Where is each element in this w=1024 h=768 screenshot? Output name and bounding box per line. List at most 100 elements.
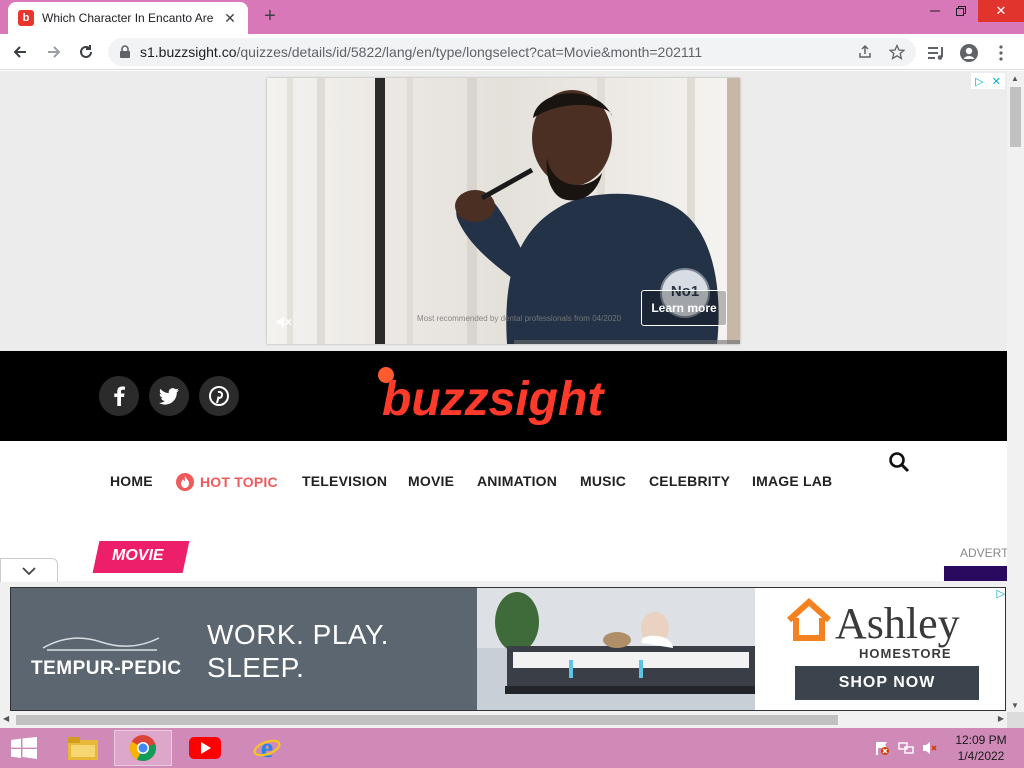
internet-explorer-icon: e [253,734,281,762]
nav-item-television[interactable]: TELEVISION [302,473,387,489]
scroll-up-icon[interactable]: ▲ [1011,74,1019,83]
twitter-icon [159,387,179,405]
nav-item-celebrity[interactable]: CELEBRITY [649,473,730,489]
chevron-down-icon [22,566,36,575]
collapse-ad-button[interactable] [0,558,58,582]
ad-headline-line-2: SLEEP. [207,652,305,683]
clock-time: 12:09 PM [955,733,1007,747]
category-badge[interactable]: MOVIE [92,541,190,573]
taskbar-file-explorer[interactable] [54,730,112,766]
action-center-flag-icon[interactable] [874,740,890,756]
scrollbar-corner [1007,712,1024,728]
minimize-icon [930,10,940,12]
menu-kebab-icon[interactable] [990,42,1012,64]
search-icon[interactable] [888,451,910,473]
browser-tabstrip: b Which Character In Encanto Are You? ✕ … [0,0,1024,34]
main-navigation: HOME HOT TOPIC TELEVISION MOVIE ANIMATIO… [0,441,1007,531]
nav-item-movie[interactable]: MOVIE [408,473,454,489]
homestore-label: HOMESTORE [859,646,952,661]
twitter-button[interactable] [149,376,189,416]
screen: b Which Character In Encanto Are You? ✕ … [0,0,1024,768]
clock-date: 1/4/2022 [957,749,1005,763]
close-window-button[interactable]: ✕ [978,0,1024,22]
tempur-pedic-logo: TEMPUR-PEDIC [31,658,182,679]
reload-button[interactable] [74,40,98,64]
buzzsight-logo[interactable]: buzzsight [372,363,636,429]
bookmark-star-icon[interactable] [888,43,906,61]
ashley-homestore-panel[interactable]: Ashley HOMESTORE SHOP NOW [755,588,1005,710]
nav-item-music[interactable]: MUSIC [580,473,626,489]
taskbar-chrome[interactable] [114,730,172,766]
horizontal-scrollbar[interactable]: ◀ ▶ [0,712,1007,728]
flame-icon [176,473,194,491]
sticky-bottom-ad: TEMPUR-PEDIC WORK. PLAY. SLEEP. Ashley H… [0,581,1007,713]
adchoices-badge[interactable]: ▷ ✕ [971,73,1005,89]
media-control-icon[interactable] [926,42,948,64]
nav-item-hot-topic-label: HOT TOPIC [200,474,278,490]
top-video-ad: No1 Most recommended by dental professio… [0,71,1007,351]
new-tab-button[interactable]: + [258,4,282,28]
adchoices-small-icon[interactable]: ▷ [997,587,1005,600]
scroll-down-icon[interactable]: ▼ [1011,701,1019,710]
vertical-scrollbar-thumb[interactable] [1010,87,1021,147]
svg-text:Most recommended by dental pro: Most recommended by dental professionals… [417,314,622,323]
profile-avatar-icon[interactable] [958,42,980,64]
page-viewport: No1 Most recommended by dental professio… [0,71,1007,713]
horizontal-scrollbar-thumb[interactable] [16,715,838,725]
scroll-right-icon[interactable]: ▶ [998,714,1004,723]
learn-more-button[interactable]: Learn more [641,290,727,326]
taskbar-internet-explorer[interactable]: e [238,730,296,766]
facebook-icon [114,386,125,406]
nav-item-image-lab[interactable]: IMAGE LAB [752,473,832,489]
nav-item-hot-topic[interactable]: HOT TOPIC [176,473,278,491]
svg-text:e: e [261,734,273,762]
taskbar-youtube[interactable] [176,730,234,766]
ad-headline: WORK. PLAY. SLEEP. [207,618,389,684]
category-badge-label: MOVIE [112,547,164,564]
network-icon[interactable] [898,740,914,756]
scroll-left-icon[interactable]: ◀ [3,714,9,723]
ad-headline-line-1: WORK. PLAY. [207,619,389,650]
volume-muted-icon[interactable] [922,740,938,756]
advert-label: ADVERT [960,546,1007,560]
nav-item-home[interactable]: HOME [110,473,153,489]
share-icon[interactable] [856,43,874,61]
vertical-scrollbar[interactable]: ▲ ▼ [1007,71,1024,713]
system-clock[interactable]: 12:09 PM 1/4/2022 [948,732,1014,764]
restore-button[interactable] [944,0,978,22]
close-icon: ✕ [995,3,1007,18]
arrow-right-icon [48,46,61,58]
lock-icon[interactable] [118,45,132,59]
restore-icon [956,6,966,16]
video-ad-player[interactable]: No1 Most recommended by dental professio… [267,78,740,344]
url-text: s1.buzzsight.co/quizzes/details/id/5822/… [140,44,703,60]
advert-banner-strip[interactable] [944,566,1007,582]
youtube-icon [189,737,221,759]
windows-taskbar: e 12:09 PM 1/4/2022 [0,728,1024,768]
close-tab-icon[interactable]: ✕ [222,10,238,27]
folder-icon [68,737,98,760]
ashley-logo-text: Ashley [835,599,960,648]
browser-tab[interactable]: b Which Character In Encanto Are You? ✕ [8,2,248,34]
tempur-pedic-bed-icon [42,637,160,651]
arrow-left-icon [13,46,26,58]
reload-icon [80,45,92,58]
site-header: buzzsight [0,351,1007,441]
ad-close-icon[interactable]: ✕ [992,75,1001,88]
forward-button[interactable] [42,40,66,64]
house-logo-icon [786,598,832,641]
pinterest-button[interactable] [199,376,239,416]
nav-item-animation[interactable]: ANIMATION [477,473,557,489]
back-button[interactable] [8,40,32,64]
browser-toolbar: s1.buzzsight.co/quizzes/details/id/5822/… [0,34,1024,70]
windows-logo-icon [11,737,37,759]
facebook-button[interactable] [99,376,139,416]
adchoices-icon[interactable]: ▷ [975,75,983,88]
shop-now-button[interactable]: SHOP NOW [795,666,979,700]
svg-text:buzzsight: buzzsight [382,373,605,426]
tempur-ashley-banner-ad[interactable]: TEMPUR-PEDIC WORK. PLAY. SLEEP. Ashley H… [10,587,1006,711]
chrome-icon [129,735,156,762]
start-button[interactable] [0,728,48,768]
address-bar[interactable]: s1.buzzsight.co/quizzes/details/id/5822/… [108,38,916,66]
favicon-icon: b [18,10,34,26]
